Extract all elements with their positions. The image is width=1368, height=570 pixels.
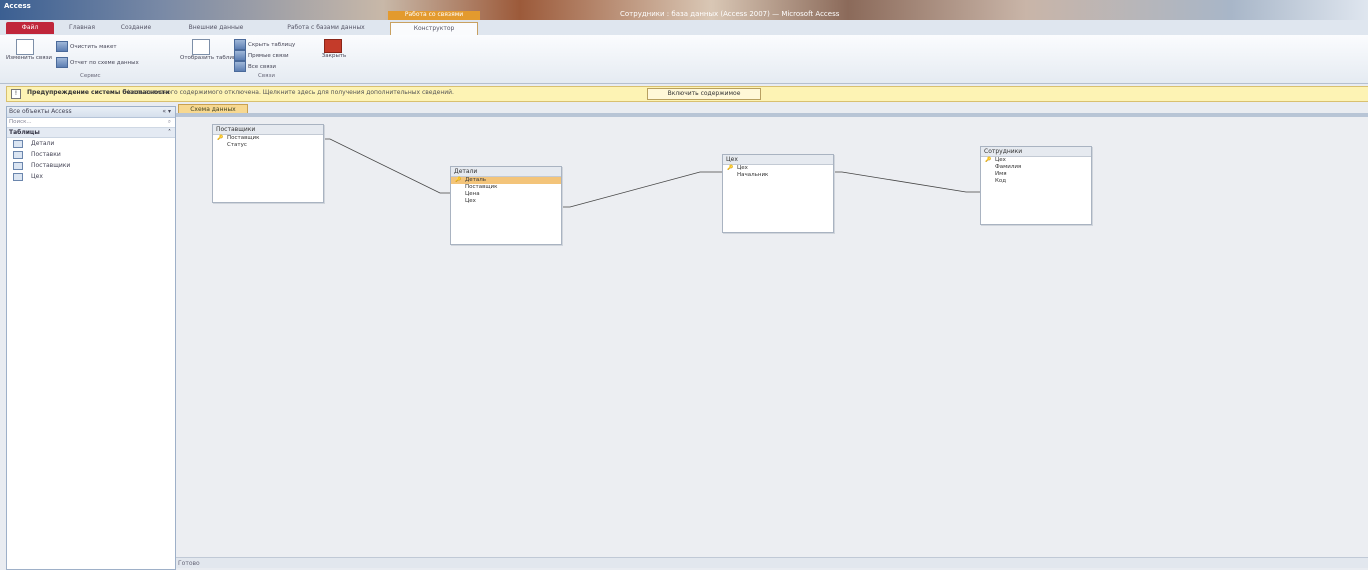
field-list-title[interactable]: Цех: [723, 155, 833, 165]
field-list-suppliers[interactable]: Поставщики Поставщик Статус: [212, 124, 324, 203]
field-row[interactable]: Цех: [723, 165, 833, 172]
field-row[interactable]: Цена: [451, 191, 561, 198]
field-row[interactable]: Цех: [981, 157, 1091, 164]
field-list-title[interactable]: Сотрудники: [981, 147, 1091, 157]
relationship-line[interactable]: [832, 171, 980, 193]
field-row[interactable]: Статус: [213, 142, 323, 149]
field-list-title[interactable]: Поставщики: [213, 125, 323, 135]
field-row[interactable]: Имя: [981, 171, 1091, 178]
field-list-title[interactable]: Детали: [451, 167, 561, 177]
field-row[interactable]: Деталь: [451, 177, 561, 184]
status-text: Готово: [178, 560, 200, 567]
relationship-line[interactable]: [560, 171, 722, 208]
field-row[interactable]: Фамилия: [981, 164, 1091, 171]
field-row[interactable]: Цех: [451, 198, 561, 205]
field-row[interactable]: Поставщик: [213, 135, 323, 142]
field-row[interactable]: Код: [981, 178, 1091, 185]
field-list-workshop[interactable]: Цех Цех Начальник: [722, 154, 834, 233]
field-list-parts[interactable]: Детали Деталь Поставщик Цена Цех: [450, 166, 562, 245]
relationship-lines: [320, 138, 980, 208]
relationship-line[interactable]: [320, 138, 450, 194]
status-bar: Готово: [176, 557, 1368, 568]
field-list-employees[interactable]: Сотрудники Цех Фамилия Имя Код: [980, 146, 1092, 225]
field-row[interactable]: Начальник: [723, 172, 833, 179]
field-row[interactable]: Поставщик: [451, 184, 561, 191]
